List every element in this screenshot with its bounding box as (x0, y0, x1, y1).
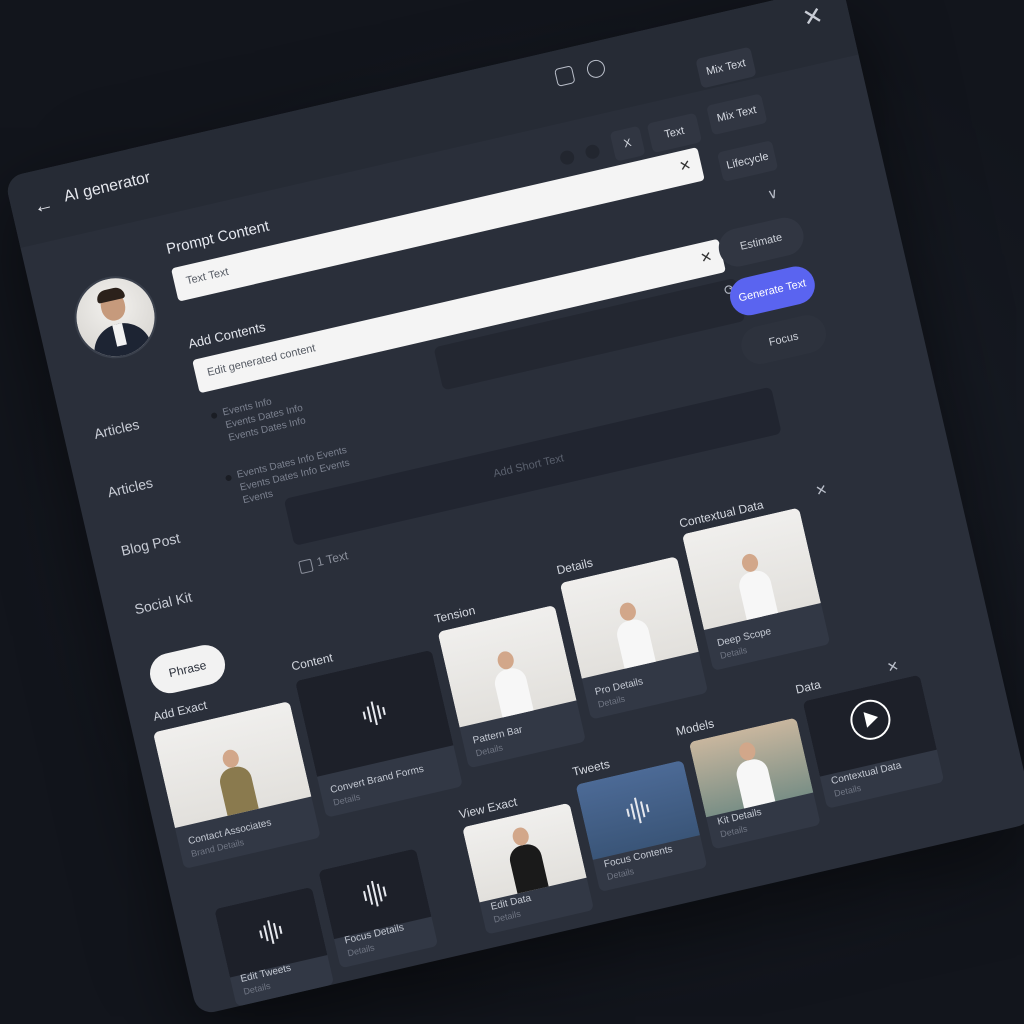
section-details: Details (555, 555, 595, 578)
content-card[interactable]: Convert Brand Forms Details (295, 649, 463, 818)
person-image (209, 745, 262, 816)
content-gallery: Add Exact Content Tension Details Contex… (145, 481, 1011, 1007)
section-models: Models (674, 716, 716, 739)
context-value: Edit generated content (206, 342, 317, 379)
content-card[interactable]: Pro Details Details (559, 556, 709, 720)
audio-wave-icon (361, 879, 388, 909)
person-image (606, 598, 659, 669)
audio-wave-icon (257, 918, 284, 946)
content-card[interactable]: Contact Associates Brand Details (152, 701, 321, 869)
close-icon[interactable]: ✕ (800, 2, 826, 33)
window-title: AI generator (62, 169, 152, 206)
content-card[interactable]: Focus Contents Details (575, 760, 708, 892)
person-image (499, 823, 552, 894)
person-image (729, 550, 782, 621)
section-data: Data (794, 677, 823, 697)
close-icon[interactable]: ✕ (814, 481, 829, 500)
content-card[interactable]: Edit Tweets Details (214, 886, 335, 1007)
content-card[interactable]: Kit Details Details (688, 717, 821, 850)
section-tension: Tension (433, 603, 477, 627)
audio-wave-icon (361, 699, 388, 727)
short-text-placeholder: Add Short Text (492, 452, 565, 481)
bullet-icon (224, 474, 233, 482)
generate-text-button[interactable]: Generate Text (726, 262, 819, 320)
ai-generator-window: ← AI generator ✕ Articles Articles Blog … (4, 0, 1024, 1016)
sidebar-item-blog-post[interactable]: Blog Post (119, 530, 181, 559)
section-content: Content (290, 650, 335, 674)
arrow-left-icon[interactable]: ← (31, 192, 62, 219)
focus-button[interactable]: Focus (737, 311, 830, 368)
audio-wave-icon (624, 795, 651, 825)
content-card[interactable]: Edit Data Details (462, 802, 595, 935)
color-swatch[interactable] (584, 143, 601, 161)
estimate-button[interactable]: Estimate (715, 213, 808, 271)
sidebar-item-social-kit[interactable]: Social Kit (133, 589, 193, 618)
content-card[interactable]: Deep Scope Details (681, 507, 831, 671)
clear-icon[interactable]: ✕ (678, 156, 693, 175)
content-card[interactable]: Focus Details Details (318, 848, 439, 969)
avatar[interactable] (66, 268, 165, 367)
person-image (484, 647, 537, 718)
clear-icon[interactable]: ✕ (699, 248, 714, 267)
square-icon[interactable] (553, 65, 576, 87)
section-tweets: Tweets (570, 756, 612, 779)
circle-icon[interactable] (585, 58, 607, 80)
content-card[interactable]: Pattern Bar Details (437, 604, 586, 769)
document-icon (298, 558, 314, 575)
document-count: 1 Text (315, 548, 350, 570)
section-add-exact: Add Exact (151, 697, 209, 724)
sidebar-item-articles[interactable]: Articles (92, 416, 140, 442)
close-icon[interactable]: ✕ (885, 657, 900, 676)
app-scene: ← AI generator ✕ Articles Articles Blog … (0, 0, 1024, 1024)
content-card[interactable]: Contextual Data Details (802, 674, 945, 809)
x-button[interactable]: X (609, 125, 646, 162)
play-icon[interactable] (846, 695, 895, 744)
color-swatch[interactable] (558, 149, 576, 167)
bullet-icon (210, 412, 218, 420)
prompt-value: Text Text (184, 265, 230, 288)
lifecycle-button[interactable]: Lifecycle (716, 140, 779, 183)
chevron-down-icon[interactable]: ∨ (766, 184, 780, 203)
sidebar-item-articles-2[interactable]: Articles (106, 474, 154, 500)
mix-text-button-2[interactable]: Mix Text (706, 93, 768, 136)
person-image (726, 738, 779, 809)
